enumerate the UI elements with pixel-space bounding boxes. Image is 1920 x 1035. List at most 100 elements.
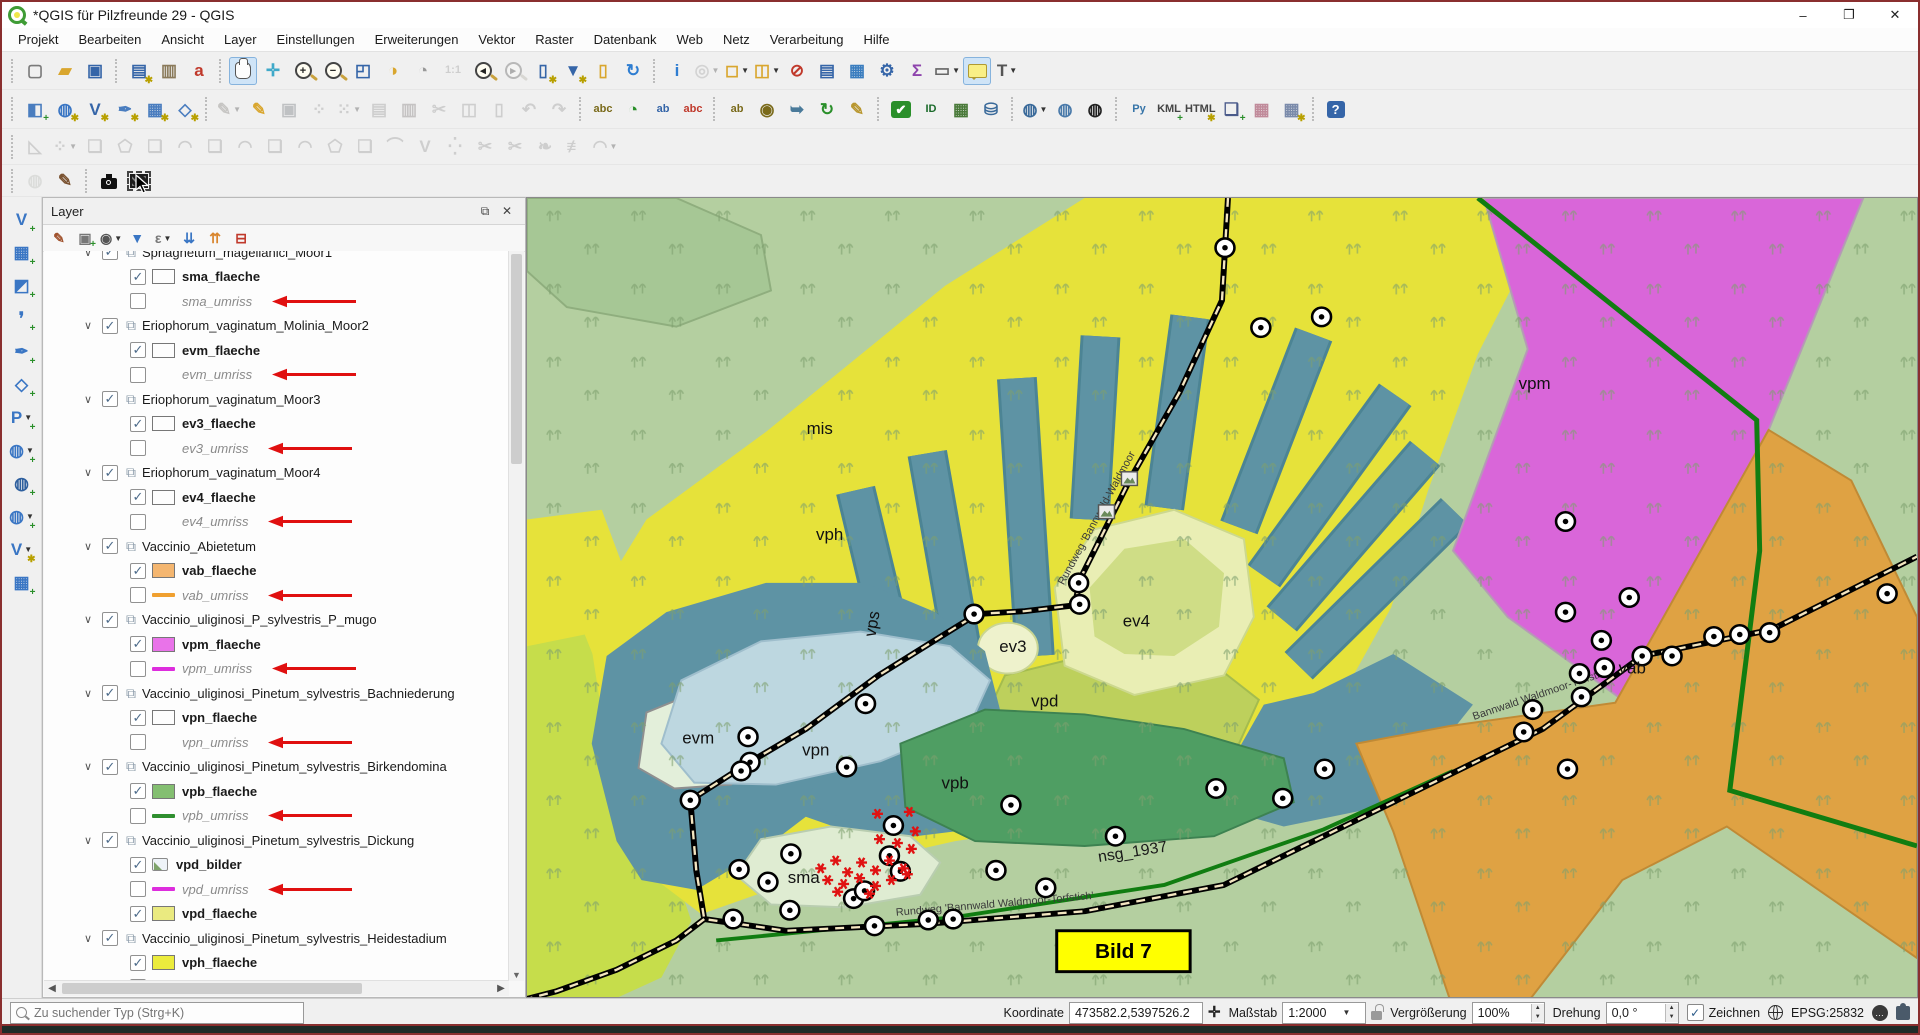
show-hide-labels-icon[interactable]: ◉ xyxy=(753,95,781,123)
attribute-grid-tool-icon[interactable]: ▦✱ xyxy=(1278,95,1306,123)
add-raster-layer-icon[interactable]: ▦+ xyxy=(8,239,36,267)
show-statistics-icon[interactable]: Σ xyxy=(903,57,931,85)
layer-group-row[interactable]: ∨✓⧉Vaccinio_uliginosi_P_sylvestris_P_mug… xyxy=(44,608,509,633)
new-print-layout-icon[interactable]: ▤✱ xyxy=(125,57,153,85)
magnifier-spinner[interactable]: 100% ▲▼ xyxy=(1472,1002,1545,1024)
remove-layer-icon[interactable]: ⊟ xyxy=(230,227,252,249)
hscroll-right-icon[interactable]: ▶ xyxy=(493,983,509,994)
crs-globe-icon[interactable] xyxy=(1768,1005,1783,1020)
layer-visibility-checkbox[interactable]: ✓ xyxy=(102,251,118,260)
layer-row[interactable]: vpb_umriss xyxy=(44,804,509,829)
layer-label[interactable]: vpd_umriss xyxy=(182,882,248,897)
hscrollbar-thumb[interactable] xyxy=(62,983,362,994)
show-spatial-bookmarks-icon[interactable]: ▼✱ xyxy=(559,57,587,85)
layer-label[interactable]: ev4_umriss xyxy=(182,514,248,529)
layer-row[interactable]: evm_umriss xyxy=(44,363,509,388)
layer-visibility-checkbox[interactable]: ✓ xyxy=(102,685,118,701)
toggle-editing-icon[interactable]: ✎ xyxy=(245,95,273,123)
menu-item-ansicht[interactable]: Ansicht xyxy=(151,29,214,50)
open-project-icon[interactable]: ▰ xyxy=(51,57,79,85)
add-oracle-layer-icon[interactable]: V✱▼ xyxy=(8,536,36,564)
layer-row[interactable]: vpn_umriss xyxy=(44,730,509,755)
expand-chevron-icon[interactable]: ∨ xyxy=(84,760,102,773)
text-annotation-icon[interactable]: T▼ xyxy=(993,57,1021,85)
layer-label[interactable]: vpm_flaeche xyxy=(182,637,261,652)
menu-item-bearbeiten[interactable]: Bearbeiten xyxy=(68,29,151,50)
layer-visibility-checkbox[interactable]: ✓ xyxy=(130,563,146,579)
add-delimited-text-layer-icon[interactable]: ❜+ xyxy=(8,305,36,333)
layer-label[interactable]: vpn_umriss xyxy=(182,735,248,750)
scale-combo[interactable]: 1:2000▼ xyxy=(1282,1002,1366,1024)
menu-item-web[interactable]: Web xyxy=(666,29,713,50)
layer-visibility-checkbox[interactable] xyxy=(130,587,146,603)
manage-map-themes-icon[interactable]: ◉▼ xyxy=(100,227,122,249)
measure-line-icon[interactable]: ▭▼ xyxy=(933,57,961,85)
expand-chevron-icon[interactable]: ∨ xyxy=(84,540,102,553)
layer-row[interactable]: vab_umriss xyxy=(44,583,509,608)
new-spatial-bookmark-icon[interactable]: ▯✱ xyxy=(529,57,557,85)
layer-label[interactable]: Vaccinio_Abietetum xyxy=(142,539,256,554)
menu-item-raster[interactable]: Raster xyxy=(525,29,583,50)
menu-item-hilfe[interactable]: Hilfe xyxy=(853,29,899,50)
expand-all-icon[interactable]: ⇊ xyxy=(178,227,200,249)
minimize-button[interactable]: – xyxy=(1780,2,1826,28)
maximize-button[interactable]: ❐ xyxy=(1826,2,1872,28)
layer-visibility-checkbox[interactable]: ✓ xyxy=(130,489,146,505)
kml-tools-icon[interactable]: KML+ xyxy=(1155,95,1183,123)
layer-group-row[interactable]: ∨✓⧉Vaccinio_uliginosi_Pinetum_sylvestris… xyxy=(44,926,509,951)
layer-visibility-checkbox[interactable]: ✓ xyxy=(102,318,118,334)
layer-visibility-checkbox[interactable]: ✓ xyxy=(130,710,146,726)
html-tools-icon[interactable]: HTML✱ xyxy=(1185,95,1216,123)
layer-visibility-checkbox[interactable] xyxy=(130,440,146,456)
filter-by-expression-icon[interactable]: ε▼ xyxy=(152,227,174,249)
layer-row[interactable]: ev4_umriss xyxy=(44,510,509,535)
expand-chevron-icon[interactable]: ∨ xyxy=(84,251,102,259)
plugin-id-tool-icon[interactable]: ID xyxy=(917,95,945,123)
zoom-in-icon[interactable]: + xyxy=(289,57,317,85)
expand-chevron-icon[interactable]: ∨ xyxy=(84,932,102,945)
add-gpx-layer-icon[interactable]: ✒+ xyxy=(8,338,36,366)
render-checkbox[interactable]: ✓ xyxy=(1687,1004,1704,1021)
layer-group-row[interactable]: ∨✓⧉Eriophorum_vaginatum_Moor4 xyxy=(44,461,509,486)
layer-label[interactable]: Vaccinio_uliginosi_Pinetum_sylvestris_Di… xyxy=(142,833,414,848)
expand-chevron-icon[interactable]: ∨ xyxy=(84,613,102,626)
layer-row[interactable]: ✓evm_flaeche xyxy=(44,338,509,363)
expand-chevron-icon[interactable]: ∨ xyxy=(84,319,102,332)
layer-label[interactable]: evm_umriss xyxy=(182,367,252,382)
pan-to-selection-icon[interactable]: ✛ xyxy=(259,57,287,85)
layer-label[interactable]: Eriophorum_vaginatum_Molinia_Moor2 xyxy=(142,318,369,333)
plugin-database-icon[interactable]: ⛁ xyxy=(977,95,1005,123)
move-label-icon[interactable]: ab xyxy=(723,95,751,123)
epsg-code[interactable]: EPSG:25832 xyxy=(1791,1006,1864,1020)
layer-label[interactable]: ev3_flaeche xyxy=(182,416,256,431)
rotation-spinner[interactable]: 0,0 ° ▲▼ xyxy=(1606,1002,1679,1024)
layer-row[interactable]: ✓sma_flaeche xyxy=(44,265,509,290)
panel-float-icon[interactable]: ⧉ xyxy=(475,204,495,219)
layer-visibility-checkbox[interactable] xyxy=(130,808,146,824)
color-palette-tool-icon[interactable]: ▦ xyxy=(1248,95,1276,123)
select-by-value-icon[interactable]: ◫▼ xyxy=(753,57,781,85)
statistical-summary-icon[interactable]: ▦ xyxy=(843,57,871,85)
layer-visibility-checkbox[interactable]: ✓ xyxy=(130,906,146,922)
rotate-label-icon[interactable]: ↻ xyxy=(813,95,841,123)
layer-row[interactable]: sma_umriss xyxy=(44,289,509,314)
data-source-manager-icon[interactable]: ◧+ xyxy=(21,95,49,123)
layer-visibility-checkbox[interactable]: ✓ xyxy=(130,783,146,799)
layer-label[interactable]: Eriophorum_vaginatum_Moor3 xyxy=(142,392,320,407)
collapse-all-icon[interactable]: ⇈ xyxy=(204,227,226,249)
coordinate-capture-icon[interactable]: ✛ xyxy=(1208,1005,1221,1020)
zoom-full-extent-icon[interactable]: ◰ xyxy=(349,57,377,85)
layer-row[interactable]: ✓vpb_flaeche xyxy=(44,779,509,804)
add-vector-layer-shortcut-icon[interactable]: ◍✱ xyxy=(51,95,79,123)
layer-visibility-checkbox[interactable] xyxy=(130,367,146,383)
layer-visibility-checkbox[interactable]: ✓ xyxy=(130,416,146,432)
layer-row[interactable]: ✓ vpd_flaeche xyxy=(44,902,509,927)
new-project-icon[interactable]: ▢ xyxy=(21,57,49,85)
search-input[interactable] xyxy=(32,1005,298,1021)
layer-visibility-checkbox[interactable]: ✓ xyxy=(102,832,118,848)
layer-visibility-checkbox[interactable]: ✓ xyxy=(130,857,146,873)
open-layer-styling-icon[interactable]: ✎ xyxy=(48,227,70,249)
layer-label[interactable]: vpd_flaeche xyxy=(182,906,257,921)
plugin-status-icon[interactable] xyxy=(1896,1006,1910,1020)
expand-chevron-icon[interactable]: ∨ xyxy=(84,393,102,406)
